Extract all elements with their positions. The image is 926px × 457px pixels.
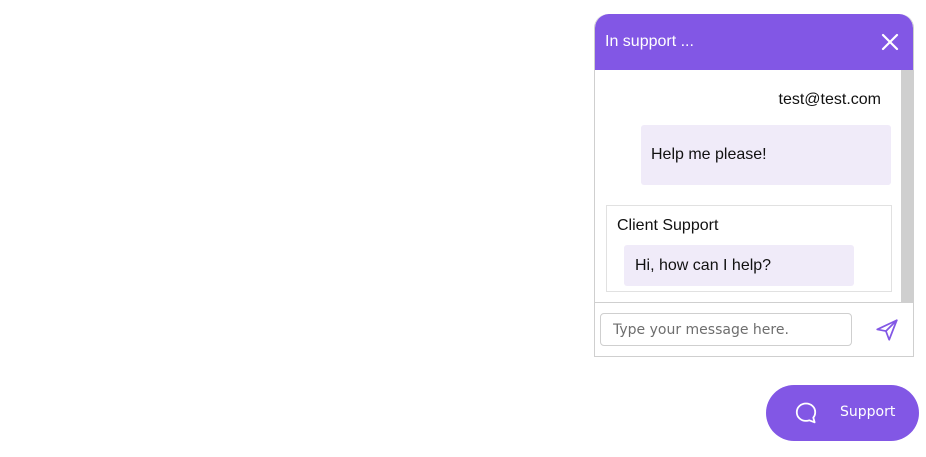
chat-window: In support ... test@test.com Help me ple… [594,14,914,357]
support-message: Client Support Hi, how can I help? [606,205,892,292]
support-agent-name: Client Support [617,217,719,234]
support-launcher-button[interactable]: Support [766,385,919,441]
user-message-text: Help me please! [651,146,767,163]
send-icon[interactable] [874,317,900,343]
message-list: test@test.com Help me please! Client Sup… [595,70,913,302]
user-email: test@test.com [778,91,882,108]
support-message-text: Hi, how can I help? [635,256,772,274]
support-launcher-label: Support [840,404,896,420]
close-icon[interactable] [879,31,901,53]
chat-header: In support ... [595,14,913,70]
chat-title: In support ... [605,33,694,50]
message-scrollbar[interactable] [901,70,913,302]
user-message-bubble: Help me please! [641,125,891,185]
message-input[interactable] [600,313,852,346]
support-message-bubble: Hi, how can I help? [624,245,854,286]
message-input-bar [595,302,913,356]
chat-bubble-icon [794,401,818,425]
